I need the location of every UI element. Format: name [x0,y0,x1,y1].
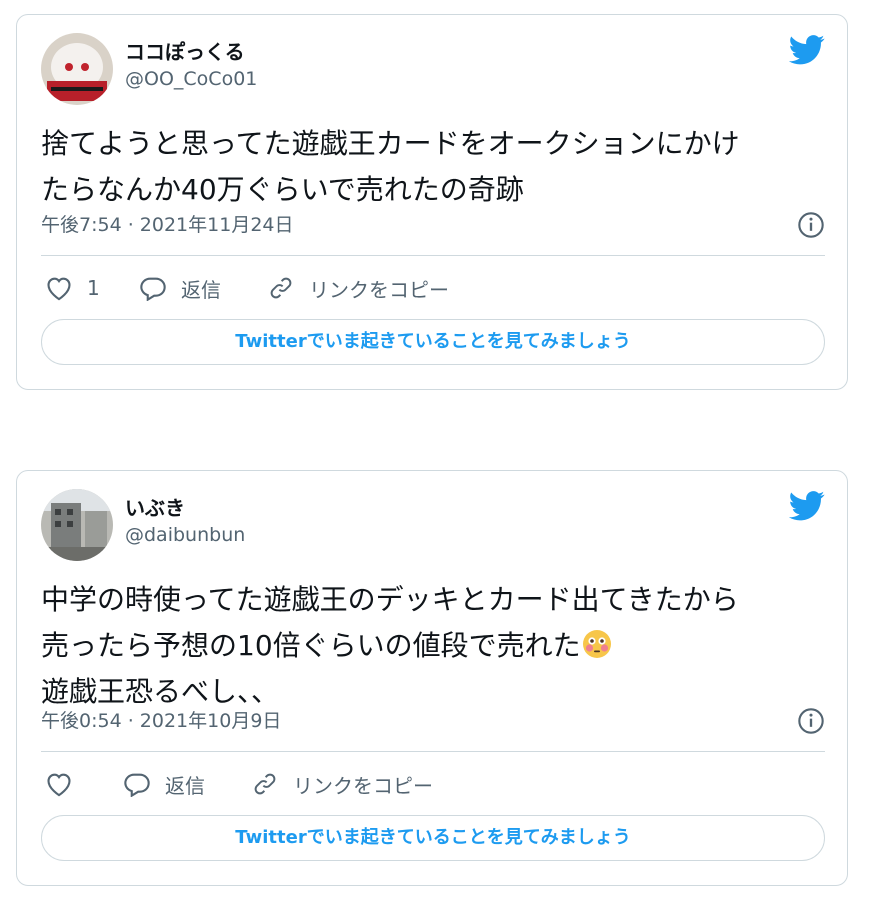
reply-icon [124,773,150,797]
tweet-header: ココぽっくる @OO_CoCo01 [41,33,825,105]
timestamp[interactable]: 午後0:54 · 2021年10月9日 [41,710,281,732]
flushed-face-icon [581,628,613,660]
copy-link-button[interactable]: リンクをコピー [267,271,449,305]
copy-link-button[interactable]: リンクをコピー [251,767,433,801]
tweet-card[interactable]: いぶき @daibunbun 中学の時使ってた遊戯王のデッキとカード出てきたから… [16,470,848,886]
like-button[interactable]: 1 [45,271,100,305]
timestamp[interactable]: 午後7:54 · 2021年11月24日 [41,214,294,236]
twitter-bird-icon[interactable] [788,491,825,525]
view-on-twitter-button[interactable]: Twitterでいま起きていることを見てみましょう [41,815,825,861]
display-name[interactable]: いぶき [125,495,245,521]
avatar[interactable] [41,489,113,561]
tweet-text-line: 中学の時使ってた遊戯王のデッキとカード出てきたから [41,583,739,616]
copy-link-label: リンクをコピー [309,277,449,302]
info-icon[interactable] [797,707,825,743]
reply-label: 返信 [181,277,221,302]
reply-button[interactable]: 返信 [139,271,221,305]
tweet-text-line: 売ったら予想の10倍ぐらいの値段で売れた [41,629,581,662]
heart-icon [47,277,71,301]
copy-link-label: リンクをコピー [293,773,433,798]
tweet-card[interactable]: ココぽっくる @OO_CoCo01 捨てようと思ってた遊戯王カードをオークション… [16,14,848,390]
tweet-header: いぶき @daibunbun [41,489,825,561]
divider [41,255,825,256]
avatar[interactable] [41,33,113,105]
link-icon [254,773,276,795]
twitter-bird-icon[interactable] [788,35,825,69]
view-on-twitter-button[interactable]: Twitterでいま起きていることを見てみましょう [41,319,825,365]
tweet-text-line: 捨てようと思ってた遊戯王カードをオークションにかけ [41,127,740,160]
tweet-text: 捨てようと思ってた遊戯王カードをオークションにかけ たらなんか40万ぐらいで売れ… [41,121,831,213]
link-icon [270,277,292,299]
tweet-text-line: たらなんか40万ぐらいで売れたの奇跡 [41,173,524,206]
like-button[interactable] [45,767,87,801]
display-name[interactable]: ココぽっくる [125,39,257,65]
tweet-text: 中学の時使ってた遊戯王のデッキとカード出てきたから 売ったら予想の10倍ぐらいの… [41,577,831,715]
reply-button[interactable]: 返信 [123,767,205,801]
user-handle[interactable]: @OO_CoCo01 [125,65,257,93]
heart-icon [47,773,71,797]
reply-label: 返信 [165,773,205,798]
reply-icon [140,277,166,301]
divider [41,751,825,752]
like-count: 1 [87,276,100,300]
user-handle[interactable]: @daibunbun [125,521,245,549]
info-icon[interactable] [797,211,825,247]
